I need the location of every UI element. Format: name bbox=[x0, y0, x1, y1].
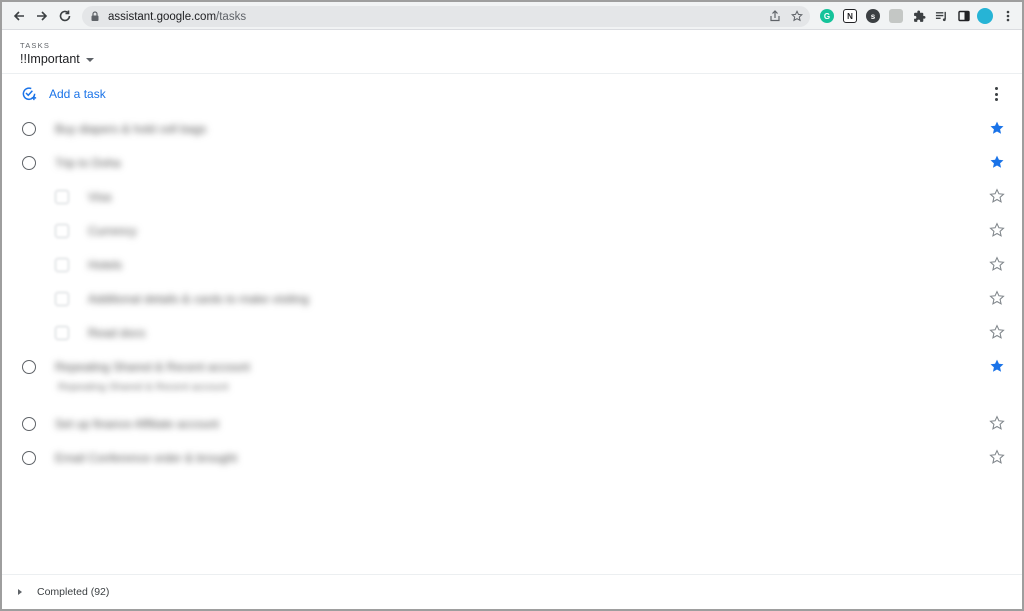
dropdown-caret-icon bbox=[85, 57, 94, 62]
tasks-app: TASKS !!Important Add a task Buy diapers… bbox=[2, 31, 1022, 609]
notion-extension-icon[interactable]: N bbox=[843, 9, 857, 23]
star-outline-icon[interactable] bbox=[989, 290, 1005, 306]
subtask-checkbox[interactable] bbox=[55, 258, 69, 272]
star-outline-icon[interactable] bbox=[989, 222, 1005, 238]
star-filled-icon[interactable] bbox=[989, 358, 1005, 374]
subtask-checkbox[interactable] bbox=[55, 224, 69, 238]
task-row[interactable]: Email Conference order & brought bbox=[2, 443, 1022, 473]
subtask-checkbox[interactable] bbox=[55, 190, 69, 204]
subtask-row[interactable]: Visa bbox=[2, 182, 1022, 212]
complete-task-checkbox[interactable] bbox=[22, 451, 36, 465]
star-outline-icon[interactable] bbox=[989, 324, 1005, 340]
browser-menu-icon[interactable] bbox=[1001, 9, 1015, 23]
puzzle-extensions-icon[interactable] bbox=[912, 9, 926, 23]
task-title[interactable]: Trip to Doha bbox=[55, 156, 121, 170]
subtask-title[interactable]: Additional details & cards to make visit… bbox=[88, 292, 309, 306]
task-row[interactable]: Repeating Shared & Recent account Repeat… bbox=[2, 352, 1022, 398]
subtask-row[interactable]: Currency bbox=[2, 216, 1022, 246]
complete-task-checkbox[interactable] bbox=[22, 417, 36, 431]
star-outline-icon[interactable] bbox=[989, 449, 1005, 465]
star-filled-icon[interactable] bbox=[989, 120, 1005, 136]
extension-square-icon[interactable] bbox=[889, 9, 903, 23]
bookmark-star-icon[interactable] bbox=[790, 9, 804, 23]
browser-window: assistant.google.com/tasks G N s TASKS !… bbox=[0, 0, 1024, 611]
subtask-title[interactable]: Currency bbox=[88, 224, 137, 238]
complete-task-checkbox[interactable] bbox=[22, 360, 36, 374]
subtask-title[interactable]: Visa bbox=[88, 190, 111, 204]
task-row[interactable]: Trip to Doha bbox=[2, 148, 1022, 178]
list-name: !!Important bbox=[20, 52, 80, 66]
task-detail: Repeating Shared & Recent account bbox=[58, 381, 229, 393]
tasks-header: TASKS !!Important bbox=[2, 31, 1022, 74]
complete-task-checkbox[interactable] bbox=[22, 156, 36, 170]
task-row[interactable]: Set up finance Affiliate account bbox=[2, 409, 1022, 439]
list-options-menu-icon[interactable] bbox=[990, 85, 1002, 103]
subtask-checkbox[interactable] bbox=[55, 292, 69, 306]
expand-caret-icon[interactable] bbox=[18, 589, 22, 595]
list-selector[interactable]: !!Important bbox=[20, 52, 94, 66]
star-outline-icon[interactable] bbox=[989, 415, 1005, 431]
grammarly-extension-icon[interactable]: G bbox=[820, 9, 834, 23]
address-bar[interactable]: assistant.google.com/tasks bbox=[82, 6, 810, 27]
subtask-row[interactable]: Hotels bbox=[2, 250, 1022, 280]
completed-section[interactable]: Completed (92) bbox=[2, 574, 1022, 609]
url-domain: assistant.google.com bbox=[108, 10, 217, 23]
subtask-row[interactable]: Additional details & cards to make visit… bbox=[2, 284, 1022, 314]
subtask-title[interactable]: Hotels bbox=[88, 258, 122, 272]
extension-circle-icon[interactable]: s bbox=[866, 9, 880, 23]
side-panel-icon[interactable] bbox=[957, 9, 971, 23]
reading-list-icon[interactable] bbox=[934, 9, 948, 23]
url-path: /tasks bbox=[216, 10, 247, 23]
add-task-icon[interactable] bbox=[20, 84, 38, 102]
forward-arrow-icon[interactable] bbox=[33, 7, 51, 25]
task-title[interactable]: Buy diapers & hold cell bags bbox=[55, 122, 206, 136]
subtask-row[interactable]: Read docs bbox=[2, 318, 1022, 348]
lock-icon bbox=[88, 10, 102, 24]
star-outline-icon[interactable] bbox=[989, 256, 1005, 272]
back-arrow-icon[interactable] bbox=[10, 7, 28, 25]
star-outline-icon[interactable] bbox=[989, 188, 1005, 204]
task-title[interactable]: Repeating Shared & Recent account bbox=[55, 360, 250, 374]
task-title[interactable]: Set up finance Affiliate account bbox=[55, 417, 219, 431]
browser-toolbar: assistant.google.com/tasks G N s bbox=[2, 2, 1022, 30]
section-label: TASKS bbox=[20, 41, 51, 50]
share-icon[interactable] bbox=[768, 9, 782, 23]
reload-icon[interactable] bbox=[56, 7, 74, 25]
complete-task-checkbox[interactable] bbox=[22, 122, 36, 136]
subtask-checkbox[interactable] bbox=[55, 326, 69, 340]
task-title[interactable]: Email Conference order & brought bbox=[55, 451, 237, 465]
subtask-title[interactable]: Read docs bbox=[88, 326, 145, 340]
task-row[interactable]: Buy diapers & hold cell bags bbox=[2, 114, 1022, 144]
star-filled-icon[interactable] bbox=[989, 154, 1005, 170]
profile-avatar[interactable] bbox=[977, 8, 993, 24]
add-task-button[interactable]: Add a task bbox=[49, 87, 106, 101]
completed-toggle[interactable]: Completed (92) bbox=[37, 586, 109, 598]
add-task-row[interactable]: Add a task bbox=[2, 81, 1022, 107]
